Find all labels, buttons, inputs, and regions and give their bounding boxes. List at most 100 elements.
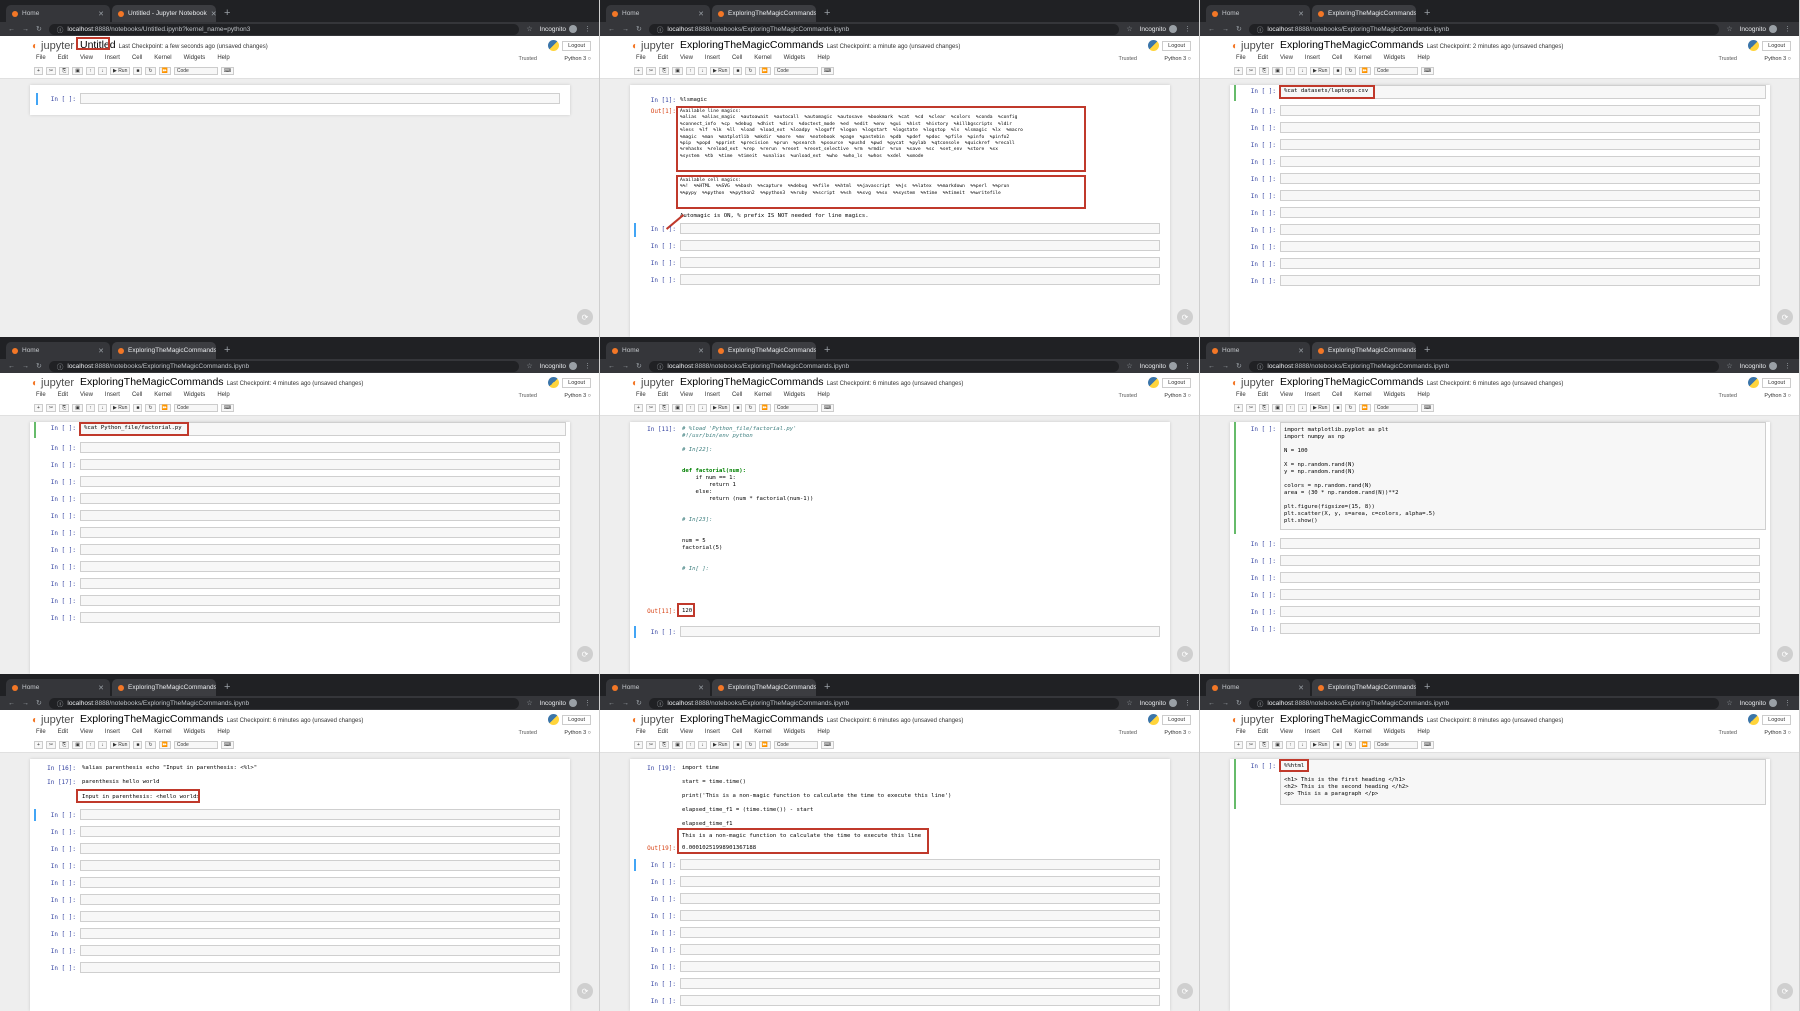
toolbar-button[interactable]: ⏩ <box>158 404 171 412</box>
trusted-indicator[interactable]: Trusted <box>519 393 537 399</box>
trusted-indicator[interactable]: Trusted <box>1719 393 1737 399</box>
toolbar-button[interactable]: ↓ <box>1297 67 1307 75</box>
cell-input[interactable] <box>80 843 560 854</box>
toolbar-button[interactable]: ■ <box>733 67 743 75</box>
code-cell[interactable]: In [ ]: <box>1236 190 1764 202</box>
back-icon[interactable]: ← <box>8 363 15 370</box>
keyboard-icon[interactable]: ⌨ <box>820 741 835 749</box>
browser-tab-home[interactable]: Home ✕ <box>1206 5 1310 22</box>
code-cell[interactable]: In [ ]: <box>36 510 564 522</box>
close-icon[interactable]: ✕ <box>98 684 104 692</box>
menu-item-insert[interactable]: Insert <box>705 55 720 61</box>
menu-item-insert[interactable]: Insert <box>105 55 120 61</box>
toolbar-button[interactable]: ↑ <box>685 741 695 749</box>
menu-item-insert[interactable]: Insert <box>705 729 720 735</box>
reload-icon[interactable]: ↻ <box>36 362 42 370</box>
more-menu-icon[interactable]: ⋮ <box>584 362 591 370</box>
menu-item-view[interactable]: View <box>680 729 693 735</box>
code-cell[interactable]: In [ ]: <box>636 240 1164 252</box>
menu-item-widgets[interactable]: Widgets <box>784 55 806 61</box>
cell-input[interactable] <box>80 826 560 837</box>
menu-item-cell[interactable]: Cell <box>132 729 142 735</box>
more-menu-icon[interactable]: ⋮ <box>584 25 591 33</box>
trusted-indicator[interactable]: Trusted <box>1119 730 1137 736</box>
code-cell[interactable]: In [ ]: <box>36 612 564 624</box>
toolbar-button[interactable]: ✂ <box>646 67 657 75</box>
toolbar-button[interactable]: + <box>1234 404 1243 412</box>
reload-icon[interactable]: ↻ <box>36 25 42 33</box>
toolbar-button[interactable]: ✂ <box>1246 741 1257 749</box>
menu-item-edit[interactable]: Edit <box>658 55 668 61</box>
toolbar-button[interactable]: ■ <box>1333 741 1343 749</box>
star-icon[interactable]: ☆ <box>526 362 532 370</box>
forward-icon[interactable]: → <box>22 700 29 707</box>
code-cell[interactable]: In [ ]: <box>636 978 1164 990</box>
cell-input[interactable] <box>80 442 560 453</box>
menu-item-view[interactable]: View <box>1280 55 1293 61</box>
menu-item-edit[interactable]: Edit <box>1258 392 1268 398</box>
toolbar-button[interactable]: ■ <box>133 67 143 75</box>
code-cell[interactable]: In [ ]: <box>36 561 564 573</box>
toolbar-button[interactable]: ⏩ <box>758 67 771 75</box>
browser-tab-home[interactable]: Home ✕ <box>6 679 110 696</box>
cell-input[interactable] <box>680 859 1160 870</box>
code-cell[interactable]: In [ ]: <box>636 274 1164 286</box>
cell-type-select[interactable]: Code <box>773 404 818 412</box>
toolbar-button[interactable]: ⎘ <box>59 741 70 749</box>
new-tab-button[interactable]: + <box>218 5 236 22</box>
new-tab-button[interactable]: + <box>218 679 236 696</box>
toolbar-button[interactable]: ↑ <box>685 404 695 412</box>
cell-input[interactable] <box>680 927 1160 938</box>
cell-input[interactable] <box>80 93 560 104</box>
toolbar-button[interactable]: ■ <box>733 404 743 412</box>
close-icon[interactable]: ✕ <box>98 10 104 18</box>
code-cell[interactable]: In [ ]: <box>636 223 1164 235</box>
code-text[interactable]: parenthesis hello world <box>82 779 566 786</box>
trusted-indicator[interactable]: Trusted <box>519 730 537 736</box>
code-cell[interactable]: In [ ]: <box>36 826 564 838</box>
menu-item-edit[interactable]: Edit <box>58 392 68 398</box>
forward-icon[interactable]: → <box>622 26 629 33</box>
cell-input[interactable] <box>80 928 560 939</box>
scroll-button[interactable]: ⟳ <box>577 983 593 999</box>
menu-item-edit[interactable]: Edit <box>1258 729 1268 735</box>
menu-item-help[interactable]: Help <box>217 392 229 398</box>
scroll-button[interactable]: ⟳ <box>1777 309 1793 325</box>
code-cell[interactable]: In [ ]: <box>36 442 564 454</box>
cell-input[interactable] <box>1280 538 1760 549</box>
toolbar-button[interactable]: ✂ <box>1246 67 1257 75</box>
toolbar-button[interactable]: ↑ <box>1285 741 1295 749</box>
logout-button[interactable]: Logout <box>1162 715 1191 725</box>
code-cell[interactable]: In [ ]: <box>1236 224 1764 236</box>
menu-item-view[interactable]: View <box>680 55 693 61</box>
toolbar-button[interactable]: ↻ <box>1345 741 1356 749</box>
cell-input[interactable] <box>1280 241 1760 252</box>
cell-type-select[interactable]: Code <box>1373 404 1418 412</box>
close-icon[interactable]: ✕ <box>1298 684 1304 692</box>
toolbar-button[interactable]: ▣ <box>1272 741 1283 749</box>
menu-item-cell[interactable]: Cell <box>132 392 142 398</box>
code-cell[interactable]: In [ ]: <box>36 860 564 872</box>
forward-icon[interactable]: → <box>1222 700 1229 707</box>
jupyter-logo[interactable]: ◐ jupyter <box>32 40 74 52</box>
code-cell[interactable]: In [ ]: <box>1236 258 1764 270</box>
url-input[interactable]: ⓘ localhost:8888/notebooks/ExploringTheM… <box>48 697 520 709</box>
scroll-button[interactable]: ⟳ <box>1777 646 1793 662</box>
menu-item-insert[interactable]: Insert <box>1305 729 1320 735</box>
code-cell[interactable]: In [ ]: <box>1236 122 1764 134</box>
cell-input[interactable] <box>1280 572 1760 583</box>
code-cell[interactable]: In [ ]: <box>1236 623 1764 635</box>
reload-icon[interactable]: ↻ <box>1236 362 1242 370</box>
toolbar-button[interactable]: ▶ Run <box>109 67 131 75</box>
more-menu-icon[interactable]: ⋮ <box>584 699 591 707</box>
menu-item-file[interactable]: File <box>36 55 46 61</box>
new-tab-button[interactable]: + <box>218 342 236 359</box>
code-text[interactable]: %lsmagic <box>680 97 1166 104</box>
toolbar-button[interactable]: ▶ Run <box>709 741 731 749</box>
keyboard-icon[interactable]: ⌨ <box>1420 404 1435 412</box>
jupyter-logo[interactable]: ◐ jupyter <box>632 377 674 389</box>
more-menu-icon[interactable]: ⋮ <box>1784 362 1791 370</box>
toolbar-button[interactable]: ↑ <box>85 404 95 412</box>
code-cell[interactable]: In [ ]: <box>1236 156 1764 168</box>
toolbar-button[interactable]: ▣ <box>672 741 683 749</box>
